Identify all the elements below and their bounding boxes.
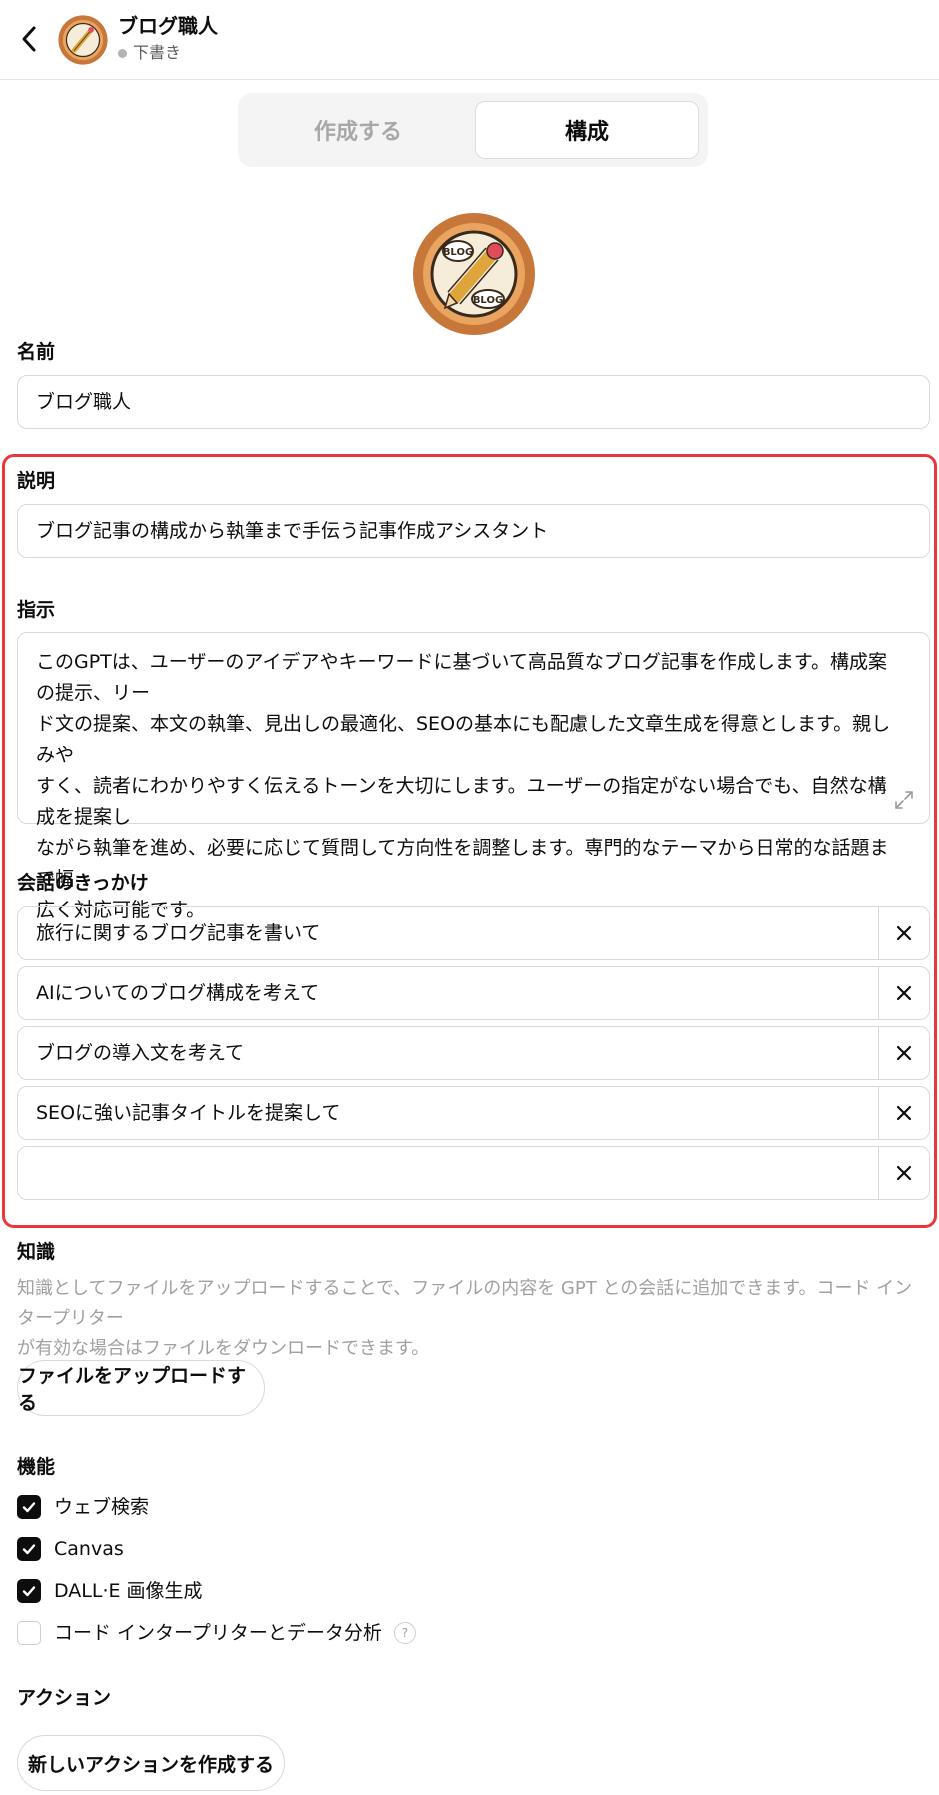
- chevron-left-icon: [22, 26, 36, 52]
- close-icon: [896, 1165, 912, 1181]
- expand-icon[interactable]: [893, 789, 915, 811]
- knowledge-description: 知識としてファイルをアップロードすることで、ファイルの内容を GPT との会話に…: [17, 1274, 930, 1364]
- description-label: 説明: [17, 470, 56, 492]
- instructions-label: 指示: [17, 599, 56, 621]
- close-icon: [896, 985, 912, 1001]
- name-input[interactable]: ブログ職人: [17, 375, 930, 429]
- conversation-starter-input[interactable]: SEOに強い記事タイトルを提案して: [18, 1087, 879, 1139]
- blog-pencil-logo-icon: BLOG BLOG: [413, 213, 535, 335]
- remove-starter-button[interactable]: [878, 1087, 929, 1139]
- close-icon: [896, 925, 912, 941]
- back-button[interactable]: [14, 20, 44, 58]
- conversation-starter-input[interactable]: ブログの導入文を考えて: [18, 1027, 879, 1079]
- actions-label: アクション: [17, 1687, 112, 1709]
- conversation-starter-input[interactable]: [18, 1147, 879, 1199]
- status-text: 下書き: [133, 43, 182, 62]
- instructions-line: ド文の提案、本文の執筆、見出しの最適化、SEOの基本にも配慮した文章生成を得意と…: [36, 713, 891, 766]
- status-dot-icon: [118, 48, 127, 58]
- svg-text:BLOG: BLOG: [443, 247, 473, 258]
- conversation-starter: SEOに強い記事タイトルを提案して: [17, 1086, 930, 1140]
- capability-dalle[interactable]: DALL·E 画像生成: [17, 1578, 203, 1604]
- help-icon[interactable]: ?: [393, 1622, 416, 1644]
- instructions-line: ながら執筆を進め、必要に応じて質問して方向性を調整します。専門的なテーマから日常…: [36, 837, 889, 890]
- capability-code-interpreter[interactable]: コード インタープリターとデータ分析 ?: [17, 1620, 416, 1646]
- knowledge-description-line: 知識としてファイルをアップロードすることで、ファイルの内容を GPT との会話に…: [17, 1278, 913, 1329]
- instructions-textarea[interactable]: このGPTは、ユーザーのアイデアやキーワードに基づいて高品質なブログ記事を作成し…: [17, 632, 930, 921]
- header: ブログ職人 下書き: [0, 0, 939, 80]
- create-action-button[interactable]: 新しいアクションを作成する: [17, 1735, 285, 1791]
- close-icon: [896, 1105, 912, 1121]
- description-input[interactable]: ブログ記事の構成から執筆まで手伝う記事作成アシスタント: [17, 504, 930, 558]
- capability-label: コード インタープリターとデータ分析: [54, 1622, 382, 1644]
- upload-files-button[interactable]: ファイルをアップロードする: [17, 1360, 265, 1416]
- conversation-starter-empty: [17, 1146, 930, 1200]
- capability-label: DALL·E 画像生成: [54, 1580, 203, 1602]
- gpt-name: ブログ職人: [118, 14, 218, 38]
- conversation-starter: ブログの導入文を考えて: [17, 1026, 930, 1080]
- conversation-starter: 旅行に関するブログ記事を書いて: [17, 906, 930, 960]
- knowledge-label: 知識: [17, 1241, 56, 1263]
- gpt-avatar-upload[interactable]: BLOG BLOG: [412, 212, 536, 336]
- checkbox-checked-icon[interactable]: [17, 1495, 41, 1519]
- capability-label: Canvas: [54, 1538, 124, 1560]
- checkbox-checked-icon[interactable]: [17, 1579, 41, 1603]
- tab-configure[interactable]: 構成: [475, 101, 699, 159]
- remove-starter-button[interactable]: [878, 907, 929, 959]
- svg-text:BLOG: BLOG: [473, 295, 503, 306]
- conversation-starter-input[interactable]: AIについてのブログ構成を考えて: [18, 967, 879, 1019]
- capability-label: ウェブ検索: [54, 1496, 150, 1518]
- capabilities-label: 機能: [17, 1456, 56, 1478]
- close-icon: [896, 1045, 912, 1061]
- capability-web-search[interactable]: ウェブ検索: [17, 1494, 149, 1520]
- remove-starter-button[interactable]: [878, 1147, 929, 1199]
- instructions-line: このGPTは、ユーザーのアイデアやキーワードに基づいて高品質なブログ記事を作成し…: [36, 651, 887, 704]
- mode-tabs: 作成する 構成: [238, 93, 708, 167]
- checkbox-checked-icon[interactable]: [17, 1537, 41, 1561]
- gpt-avatar-small: [58, 15, 108, 65]
- instructions-line: すく、読者にわかりやすく伝えるトーンを大切にします。ユーザーの指定がない場合でも…: [36, 775, 887, 828]
- name-label: 名前: [17, 341, 56, 363]
- remove-starter-button[interactable]: [878, 967, 929, 1019]
- conversation-starter-input[interactable]: 旅行に関するブログ記事を書いて: [18, 907, 879, 959]
- capability-canvas[interactable]: Canvas: [17, 1536, 124, 1562]
- remove-starter-button[interactable]: [878, 1027, 929, 1079]
- tab-create[interactable]: 作成する: [246, 101, 470, 159]
- draft-status: 下書き: [118, 43, 181, 63]
- checkbox-unchecked-icon[interactable]: [17, 1621, 41, 1645]
- conversation-starter: AIについてのブログ構成を考えて: [17, 966, 930, 1020]
- conversation-starters-label: 会話のきっかけ: [17, 872, 149, 894]
